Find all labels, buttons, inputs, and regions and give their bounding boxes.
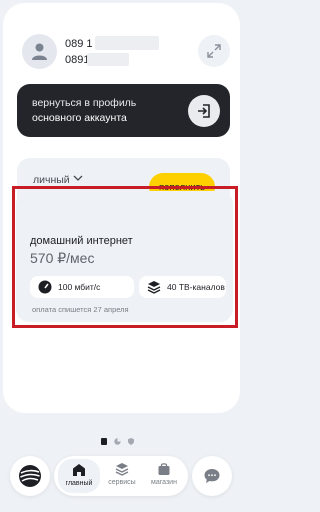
- phone-number-secondary: 0891: [65, 54, 90, 66]
- return-button[interactable]: [188, 95, 220, 127]
- pie-icon: [114, 432, 121, 450]
- services-layers-icon: [115, 463, 129, 476]
- nav-services-label: сервисы: [108, 479, 136, 486]
- expand-icon: [207, 44, 221, 58]
- login-arrow-icon: [198, 104, 210, 118]
- shield-icon: [128, 432, 134, 450]
- nav-home-label: главный: [65, 480, 93, 487]
- app-screen: 089 1 0891 вернуться в профиль основного…: [0, 0, 243, 512]
- expand-button[interactable]: [198, 35, 230, 67]
- return-card-subtitle: основного аккаунта: [32, 112, 127, 124]
- return-card-title: вернуться в профиль: [32, 97, 137, 109]
- shopping-bag-icon: [158, 463, 170, 475]
- nav-item-shop[interactable]: магазин: [144, 456, 184, 496]
- avatar[interactable]: [22, 34, 57, 69]
- operator-logo-icon: [19, 465, 41, 487]
- chat-button[interactable]: [192, 456, 232, 496]
- home-icon: [73, 464, 85, 476]
- card-icon: [101, 432, 107, 450]
- account-type-label: личный: [33, 174, 70, 186]
- operator-logo-button[interactable]: [10, 456, 50, 496]
- phone-mask-primary: [95, 36, 159, 50]
- nav-item-services[interactable]: сервисы: [102, 456, 142, 496]
- phone-number-primary: 089 1: [65, 38, 93, 50]
- bottom-nav: главный сервисы магазин: [54, 456, 188, 496]
- person-icon: [32, 43, 47, 60]
- chevron-down-icon[interactable]: [73, 175, 83, 182]
- pager-dots: [101, 432, 134, 450]
- phone-mask-secondary: [87, 53, 129, 66]
- return-to-main-account-card[interactable]: вернуться в профиль основного аккаунта: [17, 84, 230, 137]
- highlight-frame: [12, 186, 238, 328]
- nav-item-home[interactable]: главный: [58, 459, 100, 493]
- chat-bubble-icon: [204, 469, 220, 483]
- nav-shop-label: магазин: [151, 479, 177, 486]
